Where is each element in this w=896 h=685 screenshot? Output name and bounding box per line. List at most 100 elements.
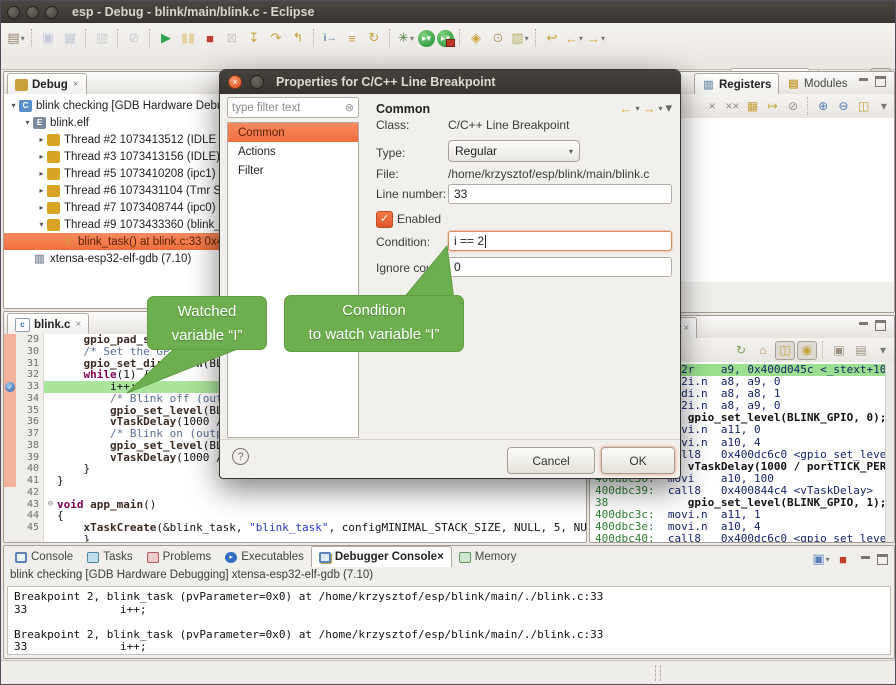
last-edit-location-icon[interactable]: ↩	[542, 28, 562, 48]
debug-launch-icon[interactable]: ✳▾	[396, 28, 416, 48]
ignore-count-input[interactable]: 0	[448, 257, 672, 277]
maximize-icon[interactable]	[877, 554, 888, 565]
dialog-section-filter[interactable]: Filter	[228, 161, 358, 180]
step-over-icon[interactable]: ↷	[266, 28, 286, 48]
tab-problems[interactable]: Problems	[140, 547, 219, 567]
fold-collapse-icon[interactable]: ⊖	[44, 499, 57, 511]
expand-icon[interactable]: ▸	[36, 135, 47, 144]
collapse-icon[interactable]: ▾	[22, 118, 33, 127]
home-icon[interactable]: ⌂	[753, 341, 773, 360]
back-icon[interactable]: ←▾	[564, 28, 584, 48]
goto-register-icon[interactable]: ↦	[764, 97, 782, 116]
collapse-icon[interactable]: ▾	[8, 101, 19, 110]
filter-input[interactable]: type filter text ⊗	[227, 97, 359, 118]
view-menu-icon[interactable]: ▾	[665, 100, 672, 116]
console-output[interactable]: Breakpoint 2, blink_task (pvParameter=0x…	[7, 586, 891, 655]
dialog-close-button[interactable]: ×	[228, 75, 242, 89]
tab-blink-c[interactable]: c blink.c ×	[7, 313, 89, 335]
terminate-console-icon[interactable]: ■	[833, 549, 853, 569]
show-source-lookup-icon[interactable]: ≡	[342, 28, 362, 48]
editor-line[interactable]: 45 xTaskCreate(&blink_task, "blink_task"…	[4, 522, 586, 534]
statusbar-drag-handle[interactable]	[655, 665, 661, 681]
window-minimize-button[interactable]	[26, 6, 39, 19]
terminate-icon[interactable]: ■	[200, 28, 220, 48]
resume-icon[interactable]: ▶	[156, 28, 176, 48]
tab-debugger-console[interactable]: Debugger Console×	[311, 546, 452, 567]
tab-executables[interactable]: ▸Executables	[218, 547, 311, 567]
minimize-icon[interactable]	[860, 554, 871, 565]
view-menu-icon[interactable]: ▾	[875, 97, 893, 116]
expand-icon[interactable]: ▸	[36, 186, 47, 195]
annotation-navigation-icon[interactable]: ▨▾	[510, 28, 530, 48]
chevron-down-icon[interactable]: ▾	[635, 104, 639, 113]
open-task-icon[interactable]: ◈	[466, 28, 486, 48]
display-selected-console-icon[interactable]: ▣▾	[811, 549, 831, 569]
expand-icon[interactable]: ▸	[36, 152, 47, 161]
chevron-down-icon[interactable]: ▾	[410, 34, 414, 43]
collapse-icon[interactable]: ▾	[36, 220, 47, 229]
collapse-all-icon[interactable]: ⊖	[834, 97, 852, 116]
deselect-default-icon[interactable]: ⊘	[784, 97, 802, 116]
enable-selected-icon[interactable]: ▦	[743, 97, 761, 116]
view-menu-icon[interactable]: ▾	[873, 341, 893, 360]
remove-all-icon[interactable]: ××	[723, 97, 741, 116]
cancel-button[interactable]: Cancel	[507, 447, 595, 474]
clear-filter-icon[interactable]: ⊗	[345, 101, 354, 114]
chevron-down-icon[interactable]: ▾	[579, 34, 583, 43]
skip-all-breakpoints-icon[interactable]: ⊘	[124, 28, 144, 48]
tab-registers[interactable]: ▥Registers	[694, 73, 779, 95]
close-icon[interactable]: ×	[73, 79, 79, 90]
tab-modules[interactable]: ▤Modules	[780, 73, 854, 94]
dialog-section-actions[interactable]: Actions	[228, 142, 358, 161]
chevron-down-icon[interactable]: ▾	[427, 33, 432, 44]
chevron-down-icon[interactable]: ▾	[658, 104, 662, 113]
pin-view-icon[interactable]: ▤	[851, 341, 871, 360]
condition-input[interactable]: i == 2	[448, 231, 672, 251]
minimize-icon[interactable]	[858, 76, 869, 87]
chevron-down-icon[interactable]: ▾	[446, 33, 451, 44]
line-number-input[interactable]: 33	[448, 184, 672, 204]
minimize-icon[interactable]	[858, 320, 869, 331]
tab-console[interactable]: Console	[8, 547, 80, 567]
instruction-stepping-icon[interactable]: i→	[320, 28, 340, 48]
editor-line[interactable]: }	[4, 534, 586, 542]
dialog-section-common[interactable]: Common	[228, 123, 358, 142]
expand-icon[interactable]: ▸	[36, 203, 47, 212]
refresh-icon[interactable]: ↻	[731, 341, 751, 360]
expand-icon[interactable]: ▸	[36, 169, 47, 178]
link-with-view-icon[interactable]: ◫	[855, 97, 873, 116]
binary-console-icon[interactable]: ▥	[92, 28, 112, 48]
new-wizard-icon[interactable]: ▤▾	[6, 28, 26, 48]
suspend-icon[interactable]: ▮▮	[178, 28, 198, 48]
maximize-icon[interactable]	[875, 320, 886, 331]
maximize-icon[interactable]	[875, 76, 886, 87]
chevron-down-icon[interactable]: ▾	[525, 34, 529, 43]
editor-line[interactable]: 43⊖void app_main()	[4, 499, 586, 511]
tab-tasks[interactable]: Tasks	[80, 547, 139, 567]
step-return-icon[interactable]: ↰	[288, 28, 308, 48]
enabled-checkbox[interactable]	[376, 211, 393, 228]
dialog-minimize-button[interactable]	[250, 75, 264, 89]
run-launch-icon[interactable]: ▸▾	[418, 30, 435, 47]
disassembly-line[interactable]: 400dbc40: call8 0x400dc6c0 <gpio_set_lev…	[595, 533, 886, 542]
expand-all-icon[interactable]: ⊕	[814, 97, 832, 116]
tab-debug[interactable]: Debug ×	[7, 73, 87, 95]
window-close-button[interactable]	[7, 6, 20, 19]
step-into-icon[interactable]: ↧	[244, 28, 264, 48]
open-new-view-icon[interactable]: ▣	[829, 341, 849, 360]
back-icon[interactable]: ←	[619, 101, 632, 116]
sync-context-icon[interactable]: ◫	[775, 341, 795, 360]
scrollbar[interactable]	[885, 362, 894, 542]
save-icon[interactable]: ▣	[38, 28, 58, 48]
forward-icon[interactable]: →	[642, 101, 655, 116]
save-all-icon[interactable]: ▦	[60, 28, 80, 48]
chevron-down-icon[interactable]: ▾	[21, 34, 25, 43]
show-source-icon[interactable]: ◉	[797, 341, 817, 360]
type-dropdown[interactable]: Regular ▾	[448, 140, 580, 162]
disconnect-icon[interactable]: ⊠	[222, 28, 242, 48]
help-icon[interactable]: ?	[232, 448, 249, 465]
remove-selected-icon[interactable]: ×	[703, 97, 721, 116]
tab-memory[interactable]: Memory	[452, 547, 524, 567]
close-icon[interactable]: ×	[437, 551, 444, 563]
ok-button[interactable]: OK	[601, 447, 675, 474]
